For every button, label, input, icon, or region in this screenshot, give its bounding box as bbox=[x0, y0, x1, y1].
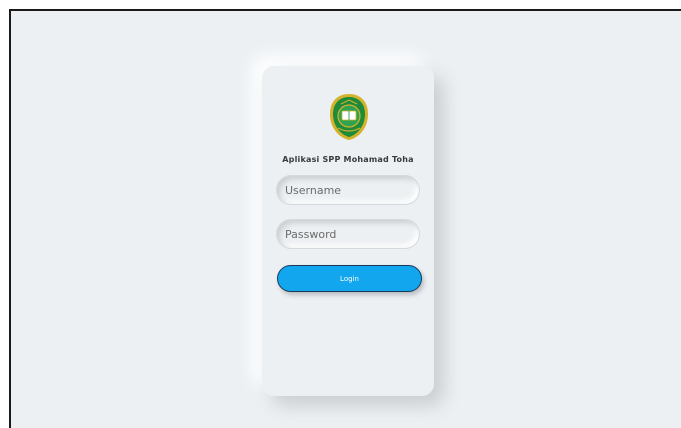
login-card: Aplikasi SPP Mohamad Toha Login bbox=[262, 66, 434, 396]
login-button[interactable]: Login bbox=[277, 265, 422, 292]
password-input[interactable] bbox=[277, 220, 419, 248]
school-emblem-icon bbox=[330, 94, 368, 140]
app-window: Aplikasi SPP Mohamad Toha Login bbox=[9, 9, 681, 428]
app-title: Aplikasi SPP Mohamad Toha bbox=[282, 155, 414, 164]
username-input[interactable] bbox=[277, 176, 419, 204]
